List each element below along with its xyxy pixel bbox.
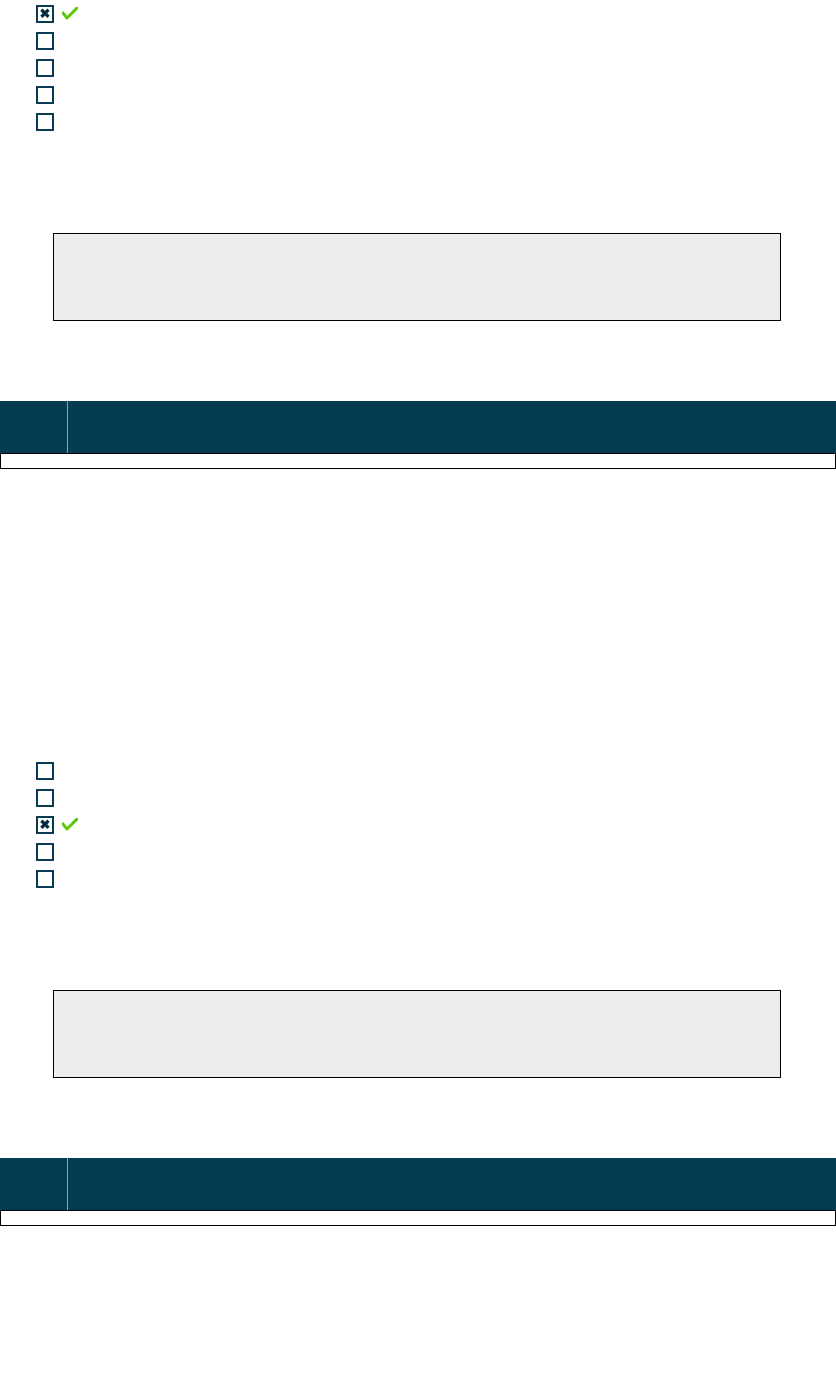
checkbox[interactable] — [36, 762, 54, 780]
question-number-cell — [0, 401, 68, 453]
q1-option-a: ✖ — [36, 0, 836, 27]
q2-option-a — [36, 757, 836, 784]
section-sub-bar — [0, 1210, 836, 1226]
section-header-2 — [0, 401, 836, 469]
q2-option-c: ✖ — [36, 811, 836, 838]
q1-option-e — [36, 108, 836, 135]
checkbox[interactable] — [36, 113, 54, 131]
section-sub-bar — [0, 453, 836, 469]
q2-option-list: ✖ — [36, 757, 836, 892]
q2-rationale-box[interactable] — [53, 990, 781, 1078]
checkbox[interactable] — [36, 789, 54, 807]
checkbox[interactable]: ✖ — [36, 5, 54, 23]
section-header-3 — [0, 1158, 836, 1226]
correct-icon — [62, 818, 78, 831]
q1-rationale-box[interactable] — [53, 233, 781, 321]
q1-option-d — [36, 81, 836, 108]
question-number-cell — [0, 1158, 68, 1210]
checkbox[interactable] — [36, 870, 54, 888]
q2-option-e — [36, 865, 836, 892]
q1-option-b — [36, 27, 836, 54]
q1-option-list: ✖ — [36, 0, 836, 135]
checkbox[interactable]: ✖ — [36, 816, 54, 834]
checkbox[interactable] — [36, 59, 54, 77]
q1-option-c — [36, 54, 836, 81]
q2-option-d — [36, 838, 836, 865]
checkbox[interactable] — [36, 86, 54, 104]
correct-icon — [62, 7, 78, 20]
q2-option-b — [36, 784, 836, 811]
checkbox[interactable] — [36, 843, 54, 861]
checkbox[interactable] — [36, 32, 54, 50]
